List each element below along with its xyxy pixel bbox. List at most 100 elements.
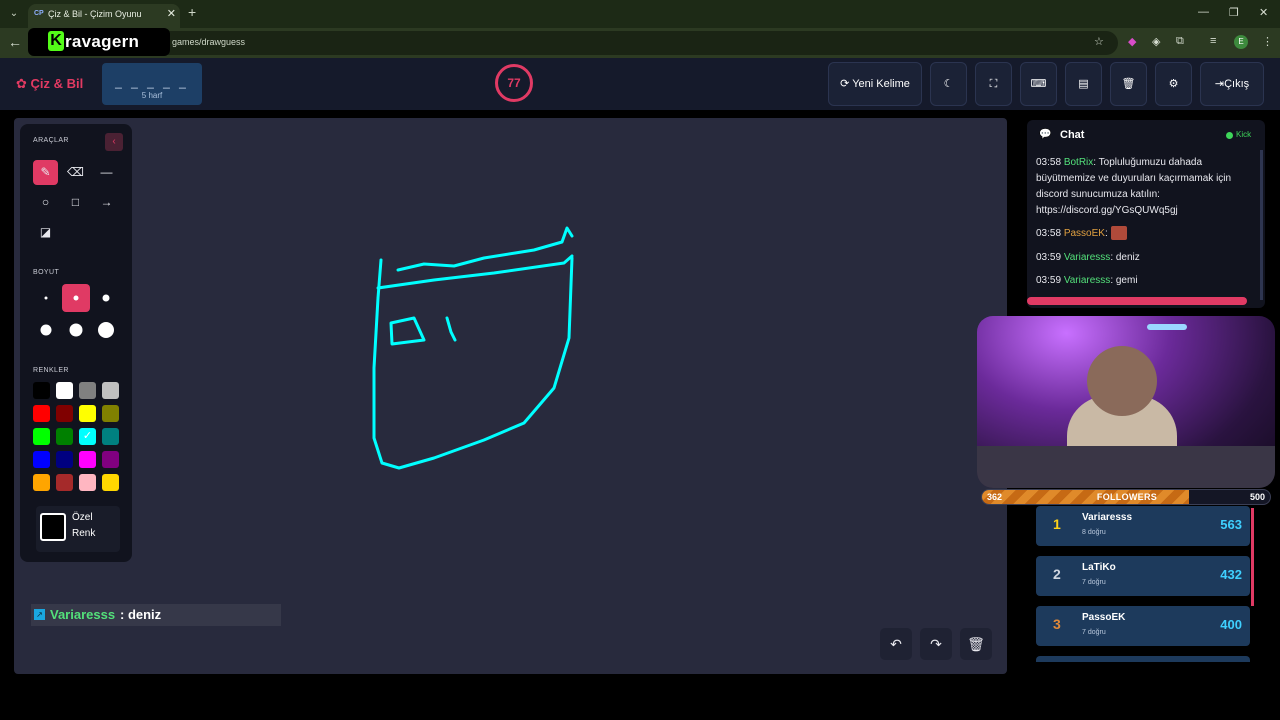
stroke-window (389, 316, 426, 346)
settings-button[interactable]: ⚙ (1155, 62, 1192, 106)
undo-button[interactable]: ↶ (880, 628, 912, 660)
tools-label: ARAÇLAR (33, 137, 69, 144)
extension-icon[interactable]: ◆ (1128, 35, 1136, 48)
profile-avatar[interactable]: E (1234, 35, 1248, 49)
logo-text: ravagern (65, 32, 140, 51)
square-icon: □ (71, 195, 80, 209)
size-s-button[interactable] (62, 284, 90, 312)
chat-message: 03:59 Variaresss: gemi (1036, 273, 1258, 289)
color-swatch[interactable] (79, 451, 96, 468)
message-user: PassoEK (1063, 228, 1105, 239)
color-swatch[interactable] (33, 382, 50, 399)
stroke-mark (445, 316, 457, 342)
size-l-button[interactable] (32, 316, 60, 344)
back-arrow-icon[interactable]: ← (8, 34, 22, 50)
color-swatch[interactable] (102, 451, 119, 468)
size-xs-button[interactable] (32, 284, 60, 312)
archive-icon: ▤ (1078, 78, 1089, 90)
keyboard-button[interactable]: ⌨ (1020, 62, 1057, 106)
fullscreen-button[interactable]: ⛶ (975, 62, 1012, 106)
chat-progress-bar (1027, 297, 1247, 305)
webcam-overlay (977, 316, 1275, 488)
arrow-tool[interactable]: → (94, 190, 119, 215)
extension-diamond-icon[interactable]: ◈ (1152, 35, 1160, 48)
tools-panel: ARAÇLAR ‹ ✎ ⌫ — ○ □ → ◪ BOYUT RENKLER Öz… (20, 124, 132, 562)
size-xl-button[interactable] (62, 316, 90, 344)
line-tool[interactable]: — (94, 160, 119, 185)
size-m-button[interactable] (92, 284, 120, 312)
color-swatch[interactable] (56, 474, 73, 491)
color-swatch[interactable] (79, 474, 96, 491)
fill-tool[interactable]: ◪ (33, 220, 58, 245)
redo-button[interactable]: ↷ (920, 628, 952, 660)
message-time: 03:58 (1036, 228, 1062, 239)
circle-icon: ○ (41, 195, 50, 209)
browser-tab[interactable]: CP Çiz & Bil - Çizim Oyunu ✕ (28, 4, 180, 28)
kebab-menu-icon[interactable]: ⋮ (1262, 35, 1273, 48)
collapse-panel-button[interactable]: ‹ (105, 133, 123, 151)
exit-label: Çıkış (1224, 78, 1250, 90)
emote-image (1110, 226, 1127, 241)
leaderboard-scrollbar[interactable] (1251, 508, 1254, 606)
new-tab-icon[interactable]: + (188, 4, 196, 20)
playlist-icon[interactable]: ≡ (1210, 35, 1216, 47)
close-window-icon[interactable]: ✕ (1259, 6, 1268, 19)
brush-tool[interactable]: ✎ (33, 160, 58, 185)
color-swatch[interactable] (33, 474, 50, 491)
color-swatch[interactable] (102, 382, 119, 399)
extensions-puzzle-icon[interactable]: ⧉ (1176, 35, 1184, 48)
color-swatch[interactable] (33, 451, 50, 468)
restore-icon[interactable]: ❐ (1229, 6, 1239, 19)
stroke-rail (396, 226, 574, 272)
custom-color-button[interactable]: Özel Renk (36, 506, 120, 552)
page-bottom (0, 675, 1280, 720)
eraser-tool[interactable]: ⌫ (63, 160, 88, 185)
color-swatch[interactable] (102, 428, 119, 445)
arrow-right-icon: → (100, 195, 113, 209)
exit-button[interactable]: ⇥Çıkış (1200, 62, 1264, 106)
color-swatch[interactable] (102, 474, 119, 491)
color-swatch[interactable] (79, 382, 96, 399)
bookmark-star-icon[interactable]: ☆ (1094, 35, 1104, 48)
new-word-button[interactable]: ⟳ Yeni Kelime (828, 62, 922, 106)
chat-panel: 💬 Chat Kick 03:58 BotRix: Topluluğumuzu … (1027, 120, 1265, 308)
color-swatch[interactable] (79, 405, 96, 422)
clear-canvas-button[interactable]: 🗑 (960, 628, 992, 660)
color-swatch[interactable] (102, 405, 119, 422)
color-swatch[interactable] (33, 428, 50, 445)
delete-button[interactable]: 🗑 (1110, 62, 1147, 106)
custom-color-label-1: Özel (72, 512, 93, 523)
timer: 77 (495, 64, 533, 102)
chat-title: Chat (1060, 129, 1085, 141)
color-swatch[interactable] (56, 451, 73, 468)
tab-search-icon[interactable]: ⌄ (6, 6, 22, 22)
chat-scrollbar[interactable] (1260, 150, 1263, 300)
fullscreen-icon: ⛶ (989, 78, 998, 90)
color-swatch[interactable] (56, 405, 73, 422)
dark-mode-button[interactable]: ☾ (930, 62, 967, 106)
color-swatch[interactable]: ✓ (79, 428, 96, 445)
size-xxl-button[interactable] (92, 316, 120, 344)
chat-message: 03:59 Variaresss: deniz (1036, 250, 1258, 266)
color-swatch[interactable] (56, 428, 73, 445)
live-status-dot (1226, 132, 1233, 139)
drawing-canvas[interactable] (14, 118, 1007, 674)
size-dot (73, 295, 79, 301)
message-user: BotRix (1063, 157, 1094, 168)
chevron-left-icon: ‹ (112, 136, 116, 147)
circle-tool[interactable]: ○ (33, 190, 58, 215)
browser-tab-bar: ⌄ CP Çiz & Bil - Çizim Oyunu ✕ + — ❐ ✕ (0, 0, 1280, 28)
color-swatch[interactable] (33, 405, 50, 422)
minimize-icon[interactable]: — (1198, 6, 1209, 18)
tab-close-icon[interactable]: ✕ (167, 7, 176, 20)
color-swatch[interactable] (56, 382, 73, 399)
size-dot (98, 322, 114, 338)
message-time: 03:59 (1036, 252, 1062, 263)
guess-text: : deniz (120, 607, 162, 622)
word-hint-box: _ _ _ _ _ 5 harf (102, 63, 202, 105)
archive-button[interactable]: ▤ (1065, 62, 1102, 106)
stroke-hull (372, 256, 574, 470)
palette-icon: ✿ (16, 76, 31, 91)
rectangle-tool[interactable]: □ (63, 190, 88, 215)
chat-bubbles-icon: 💬 (1039, 129, 1052, 140)
